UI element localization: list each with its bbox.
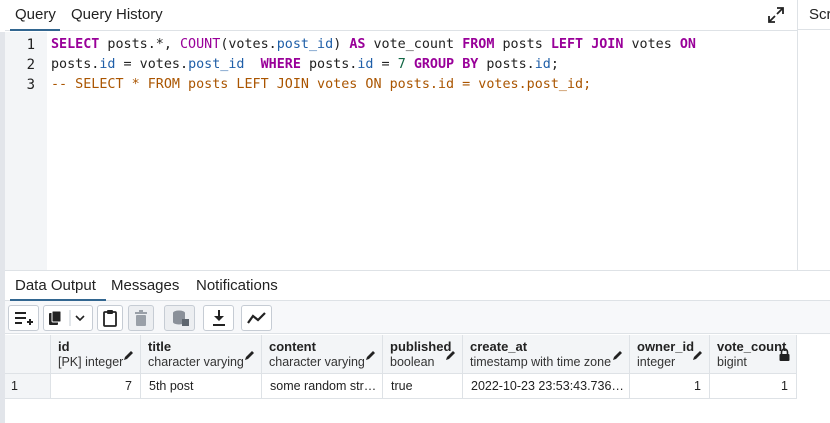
query-tabbar: Query Query History [5,0,797,31]
column-name: title [148,339,172,354]
scratch-pad-divider [798,29,830,30]
tab-scratch-pad[interactable]: Scra [809,6,830,23]
chevron-down-icon [75,315,85,322]
code-line[interactable]: posts.id = votes.post_id WHERE posts.id … [51,57,559,72]
column-name: content [269,339,316,354]
column-name: published [390,339,452,354]
edit-pencil-icon [124,351,133,360]
column-type: [PK] integer [58,355,124,369]
tab-messages[interactable]: Messages [111,277,179,294]
download-button[interactable] [203,305,234,331]
row-number-header[interactable] [5,335,51,374]
table-cell[interactable]: true [383,374,463,399]
column-type: boolean [390,355,435,369]
data-output-toolbar [5,301,830,334]
line-number: 2 [26,57,35,73]
sql-editor[interactable]: 1 2 3 SELECT posts.*, COUNT(votes.post_i… [5,32,797,270]
column-header-title[interactable]: title character varying [141,335,262,374]
delete-icon [135,310,147,326]
delete-button[interactable] [128,305,154,331]
lock-icon [779,348,790,361]
tab-query-history[interactable]: Query History [71,6,163,23]
copy-button[interactable] [43,305,93,331]
edit-pencil-icon [366,351,375,360]
column-name: id [58,339,70,354]
column-name: owner_id [637,339,695,354]
table-cell[interactable]: 5th post [141,374,262,399]
add-row-button[interactable] [8,305,39,331]
column-header-create-at[interactable]: create_at timestamp with time zone [463,335,630,374]
column-name: vote_count [717,339,787,354]
graph-icon [246,312,266,324]
column-type: timestamp with time zone [470,355,612,369]
copy-icon [49,310,85,326]
paste-icon [103,310,117,327]
column-type: integer [637,355,676,369]
column-header-content[interactable]: content character varying [262,335,383,374]
save-data-button[interactable] [164,305,195,331]
output-tabbar: Data Output Messages Notifications [5,271,830,301]
scratch-pad-pane: Scra [797,0,830,270]
column-header-id[interactable]: id [PK] integer [51,335,141,374]
table-cell[interactable]: 7 [51,374,141,399]
row-number[interactable]: 1 [5,374,51,399]
column-header-owner-id[interactable]: owner_id integer [630,335,710,374]
tab-data-output[interactable]: Data Output [15,277,96,294]
edit-pencil-icon [446,351,455,360]
column-type: character varying [269,355,365,369]
tab-notifications[interactable]: Notifications [196,277,278,294]
code-line[interactable]: -- SELECT * FROM posts LEFT JOIN votes O… [51,77,591,92]
line-number: 3 [26,77,35,93]
column-type: bigint [717,355,747,369]
save-data-icon [172,310,189,326]
download-icon [212,310,225,326]
table-cell[interactable]: 2022-10-23 23:53:43.736… [463,374,630,399]
code-line[interactable]: SELECT posts.*, COUNT(votes.post_id) AS … [51,37,696,52]
edit-pencil-icon [613,351,622,360]
expand-icon[interactable] [767,6,785,24]
table-cell[interactable]: 1 [630,374,710,399]
column-name: create_at [470,339,528,354]
active-tab-indicator [10,29,60,31]
column-header-published[interactable]: published boolean [383,335,463,374]
graph-visualiser-button[interactable] [241,305,272,331]
add-row-icon [14,312,33,325]
line-number: 1 [26,37,35,53]
column-type: character varying [148,355,244,369]
paste-button[interactable] [97,305,123,331]
edit-pencil-icon [693,351,702,360]
column-header-vote-count[interactable]: vote_count bigint [710,335,797,374]
edit-pencil-icon [245,351,254,360]
table-cell[interactable]: some random str… [262,374,383,399]
tab-query[interactable]: Query [15,6,56,23]
line-number-gutter: 1 2 3 [5,32,47,270]
table-cell[interactable]: 1 [710,374,797,399]
